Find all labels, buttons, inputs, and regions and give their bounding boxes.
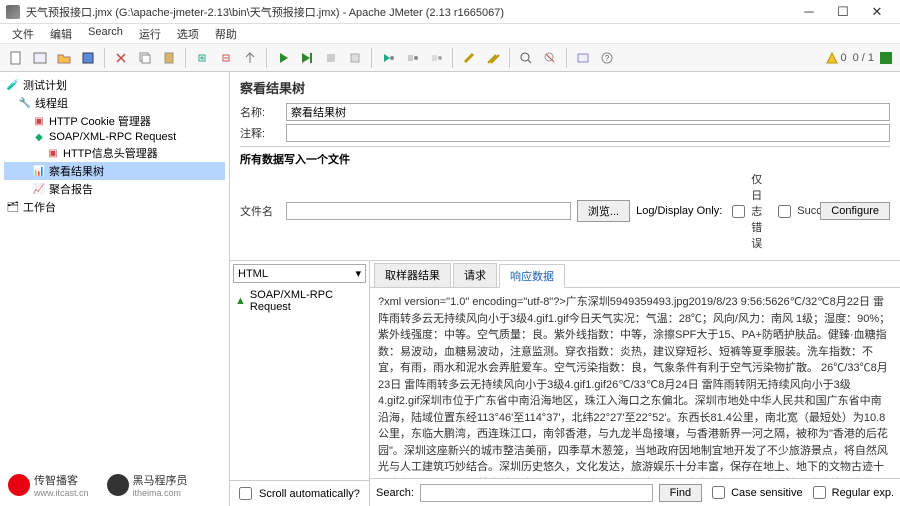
clear-icon[interactable]: [458, 47, 480, 69]
close-button[interactable]: ✕: [860, 0, 894, 24]
scroll-auto-label: Scroll automatically?: [259, 488, 360, 500]
results-list[interactable]: ▲SOAP/XML-RPC Request: [230, 286, 369, 480]
response-body[interactable]: ?xml version="1.0" encoding="utf-8"?>广东深…: [370, 288, 900, 478]
aggregate-icon: 📈: [32, 183, 46, 195]
tab-sampler[interactable]: 取样器结果: [374, 263, 451, 287]
test-plan-tree[interactable]: 🧪测试计划 🔧线程组 ▣HTTP Cookie 管理器 ◆SOAP/XML-RP…: [0, 72, 230, 506]
cookie-icon: ▣: [32, 115, 46, 127]
search-input[interactable]: [420, 484, 653, 502]
tree-thread-group[interactable]: 🔧线程组: [4, 94, 225, 112]
configure-button[interactable]: Configure: [820, 202, 890, 220]
filename-label: 文件名: [240, 203, 280, 219]
collapse-icon[interactable]: [215, 47, 237, 69]
function-helper-icon[interactable]: [572, 47, 594, 69]
remote-start-icon[interactable]: [377, 47, 399, 69]
file-section-title: 所有数据写入一个文件: [240, 151, 890, 167]
header-icon: ▣: [46, 147, 60, 159]
errors-only-checkbox[interactable]: 仅日志错误: [728, 171, 768, 251]
logonly-label: Log/Display Only:: [636, 205, 722, 217]
search-tool-icon[interactable]: [515, 47, 537, 69]
open-icon[interactable]: [53, 47, 75, 69]
results-icon: 📊: [32, 165, 46, 177]
run-counter: 0 / 1: [853, 52, 874, 64]
maximize-button[interactable]: ☐: [826, 0, 860, 24]
scroll-auto-checkbox[interactable]: [239, 487, 252, 500]
regex-checkbox[interactable]: Regular exp.: [809, 483, 894, 502]
clear-all-icon[interactable]: [482, 47, 504, 69]
name-field[interactable]: [286, 103, 890, 121]
templates-icon[interactable]: [29, 47, 51, 69]
comment-field[interactable]: [286, 124, 890, 142]
filename-field[interactable]: [286, 202, 571, 220]
remote-shutdown-icon[interactable]: [425, 47, 447, 69]
success-icon: ▲: [235, 295, 246, 307]
copy-icon[interactable]: [134, 47, 156, 69]
request-icon: ◆: [32, 131, 46, 143]
menu-options[interactable]: 选项: [169, 24, 207, 43]
find-button[interactable]: Find: [659, 484, 702, 502]
panel-title: 察看结果树: [240, 78, 890, 97]
browse-button[interactable]: 浏览...: [577, 200, 630, 222]
comment-label: 注释:: [240, 125, 280, 141]
brand-itcast[interactable]: 传智播客www.itcast.cn: [8, 472, 89, 498]
new-icon[interactable]: [5, 47, 27, 69]
tree-header-mgr[interactable]: ▣HTTP信息头管理器: [4, 144, 225, 162]
stop-icon[interactable]: [320, 47, 342, 69]
tree-aggregate[interactable]: 📈聚合报告: [4, 180, 225, 198]
toggle-icon[interactable]: [239, 47, 261, 69]
expand-icon[interactable]: [191, 47, 213, 69]
thread-icon: 🔧: [18, 97, 32, 109]
help-icon[interactable]: ?: [596, 47, 618, 69]
brand-itheima[interactable]: 黑马程序员itheima.com: [107, 472, 188, 498]
tab-request[interactable]: 请求: [453, 263, 497, 287]
workbench-icon: 🗂: [6, 201, 20, 213]
itheima-logo-icon: [107, 474, 129, 496]
app-icon: [6, 5, 20, 19]
menu-edit[interactable]: 编辑: [42, 24, 80, 43]
tree-view-results[interactable]: 📊察看结果树: [4, 162, 225, 180]
menu-search[interactable]: Search: [80, 24, 131, 43]
search-label: Search:: [376, 487, 414, 499]
toolbar: ? 0 0 / 1: [0, 44, 900, 72]
flask-icon: 🧪: [6, 79, 20, 91]
renderer-select[interactable]: HTML▾: [233, 264, 366, 283]
minimize-button[interactable]: ─: [792, 0, 826, 24]
save-icon[interactable]: [77, 47, 99, 69]
tab-response[interactable]: 响应数据: [499, 264, 565, 288]
status-indicator: [880, 52, 892, 64]
shutdown-icon[interactable]: [344, 47, 366, 69]
window-title: 天气预报接口.jmx (G:\apache-jmeter-2.13\bin\天气…: [26, 4, 792, 20]
name-label: 名称:: [240, 104, 280, 120]
brand-footer: 传智播客www.itcast.cn 黑马程序员itheima.com: [8, 472, 188, 498]
warn-indicator: 0: [826, 52, 846, 64]
tree-cookie-mgr[interactable]: ▣HTTP Cookie 管理器: [4, 112, 225, 130]
paste-icon[interactable]: [158, 47, 180, 69]
case-sensitive-checkbox[interactable]: Case sensitive: [708, 483, 803, 502]
tree-test-plan[interactable]: 🧪测试计划: [4, 76, 225, 94]
chevron-down-icon: ▾: [355, 267, 361, 280]
successes-checkbox[interactable]: Successes: [774, 202, 814, 221]
svg-text:?: ?: [605, 54, 610, 63]
reset-search-icon[interactable]: [539, 47, 561, 69]
start-icon[interactable]: [272, 47, 294, 69]
result-item[interactable]: ▲SOAP/XML-RPC Request: [234, 288, 365, 314]
menu-file[interactable]: 文件: [4, 24, 42, 43]
tree-workbench[interactable]: 🗂工作台: [4, 198, 225, 216]
itcast-logo-icon: [8, 474, 30, 496]
tree-soap-request[interactable]: ◆SOAP/XML-RPC Request: [4, 130, 225, 144]
remote-stop-icon[interactable]: [401, 47, 423, 69]
menubar: 文件 编辑 Search 运行 选项 帮助: [0, 24, 900, 44]
start-notimer-icon[interactable]: [296, 47, 318, 69]
menu-run[interactable]: 运行: [131, 24, 169, 43]
cut-icon[interactable]: [110, 47, 132, 69]
menu-help[interactable]: 帮助: [207, 24, 245, 43]
